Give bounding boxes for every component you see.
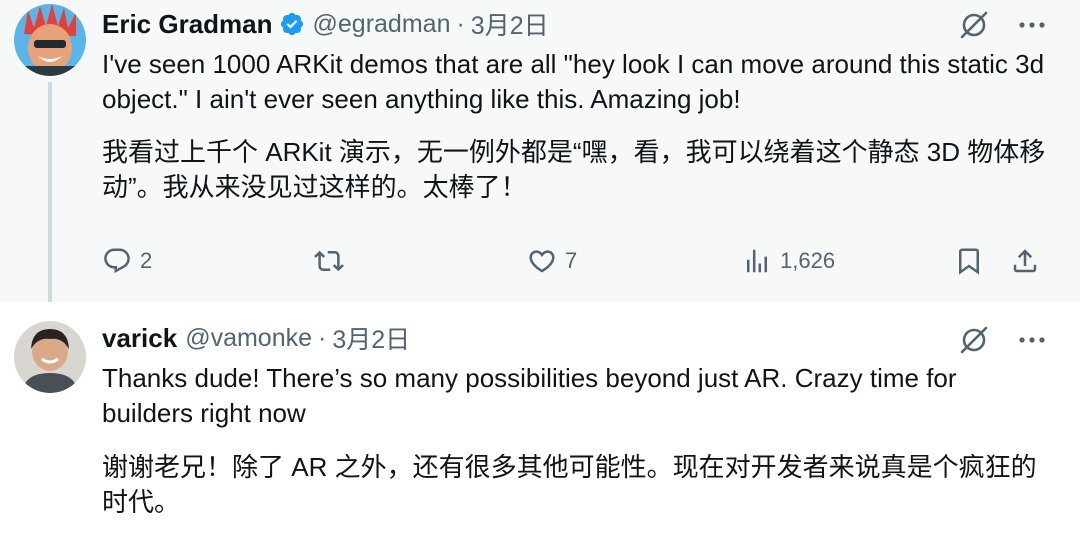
tweet-header: Eric Gradman @egradman · 3月2日 (102, 4, 549, 44)
like-count: 7 (565, 248, 578, 273)
more-icon[interactable] (1014, 7, 1050, 43)
tweet-header: varick @vamonke · 3月2日 (102, 318, 410, 358)
verified-badge-icon[interactable] (279, 11, 305, 37)
author-handle[interactable]: @egradman (313, 10, 451, 39)
retweet-icon (314, 250, 344, 272)
share-button[interactable] (1010, 243, 1040, 279)
author-handle[interactable]: @vamonke (185, 324, 312, 353)
avatar-varick[interactable] (14, 321, 86, 393)
like-icon (529, 250, 555, 273)
tweet-text-chinese: 我看过上千个 ARKit 演示，无一例外都是“嘿，看，我可以绕着这个静态 3D … (102, 137, 1046, 202)
reply-count: 2 (140, 248, 153, 273)
bookmark-icon (959, 248, 979, 275)
separator-dot: · (456, 9, 465, 38)
more-icon[interactable] (1014, 322, 1050, 358)
grok-icon[interactable] (956, 7, 992, 43)
grok-icon[interactable] (956, 322, 992, 358)
views-count: 1,626 (780, 248, 836, 273)
like-button[interactable]: 7 (527, 243, 577, 279)
tweet-action-bar: 2 7 1,626 (102, 243, 1042, 279)
reply-button[interactable]: 2 (102, 243, 152, 279)
tweet-varick[interactable]: varick @vamonke · 3月2日 Thanks dude! Ther… (0, 302, 1080, 545)
tweet-text-english: Thanks dude! There’s so many possibiliti… (102, 363, 957, 428)
reply-icon (104, 248, 130, 274)
separator-dot: · (318, 323, 327, 352)
tweet-timestamp[interactable]: 3月2日 (332, 320, 410, 356)
views-icon (747, 249, 767, 273)
thread-connector-line (48, 82, 52, 310)
avatar-eric-gradman[interactable] (14, 4, 86, 76)
tweet-text-chinese: 谢谢老兄！除了 AR 之外，还有很多其他可能性。现在对开发者来说真是个疯狂的时代… (102, 452, 1037, 517)
author-name[interactable]: Eric Gradman (102, 9, 273, 40)
share-icon (1013, 249, 1037, 273)
views-button[interactable]: 1,626 (742, 243, 835, 279)
retweet-button[interactable] (314, 243, 352, 279)
tweet-eric-gradman[interactable]: Eric Gradman @egradman · 3月2日 I've seen … (0, 0, 1080, 310)
author-name[interactable]: varick (102, 323, 177, 354)
tweet-timestamp[interactable]: 3月2日 (471, 6, 549, 42)
tweet-text-english: I've seen 1000 ARKit demos that are all … (102, 49, 1045, 114)
bookmark-button[interactable] (954, 243, 984, 279)
